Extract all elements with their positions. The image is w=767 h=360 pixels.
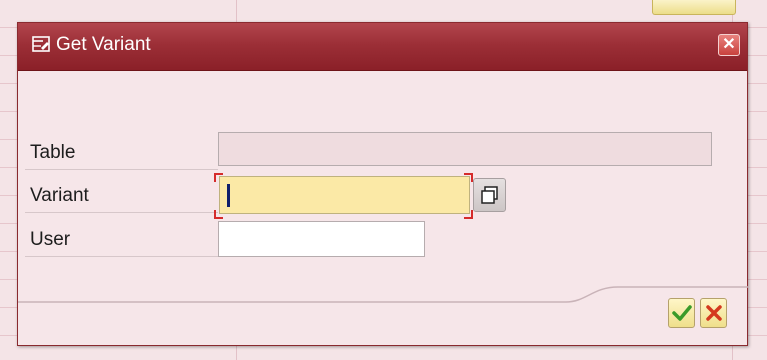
close-icon: ✕	[722, 36, 736, 53]
row-separator	[25, 256, 218, 257]
variant-field[interactable]	[219, 176, 470, 214]
row-separator	[25, 212, 218, 213]
value-help-icon	[481, 186, 498, 204]
table-field	[218, 132, 712, 166]
table-label: Table	[30, 142, 76, 163]
user-input[interactable]	[219, 222, 424, 256]
checkmark-icon	[672, 305, 692, 321]
cancel-button[interactable]	[700, 298, 727, 328]
variant-label: Variant	[30, 185, 89, 206]
text-cursor	[227, 184, 230, 207]
ok-button[interactable]	[668, 298, 695, 328]
footer-divider	[18, 286, 749, 303]
dialog-title: Get Variant	[56, 34, 151, 55]
close-button[interactable]: ✕	[718, 34, 740, 56]
variant-input[interactable]	[220, 177, 469, 213]
row-separator	[25, 169, 218, 170]
dialog-titlebar: Get Variant ✕	[18, 23, 747, 71]
user-label: User	[30, 229, 71, 250]
value-help-button[interactable]	[473, 178, 506, 212]
dialog-window-icon	[32, 36, 50, 52]
background-toolbar-button	[652, 0, 736, 15]
get-variant-dialog: Get Variant ✕ Table Variant User	[17, 22, 749, 346]
user-field[interactable]	[218, 221, 425, 257]
cross-icon	[706, 305, 722, 321]
